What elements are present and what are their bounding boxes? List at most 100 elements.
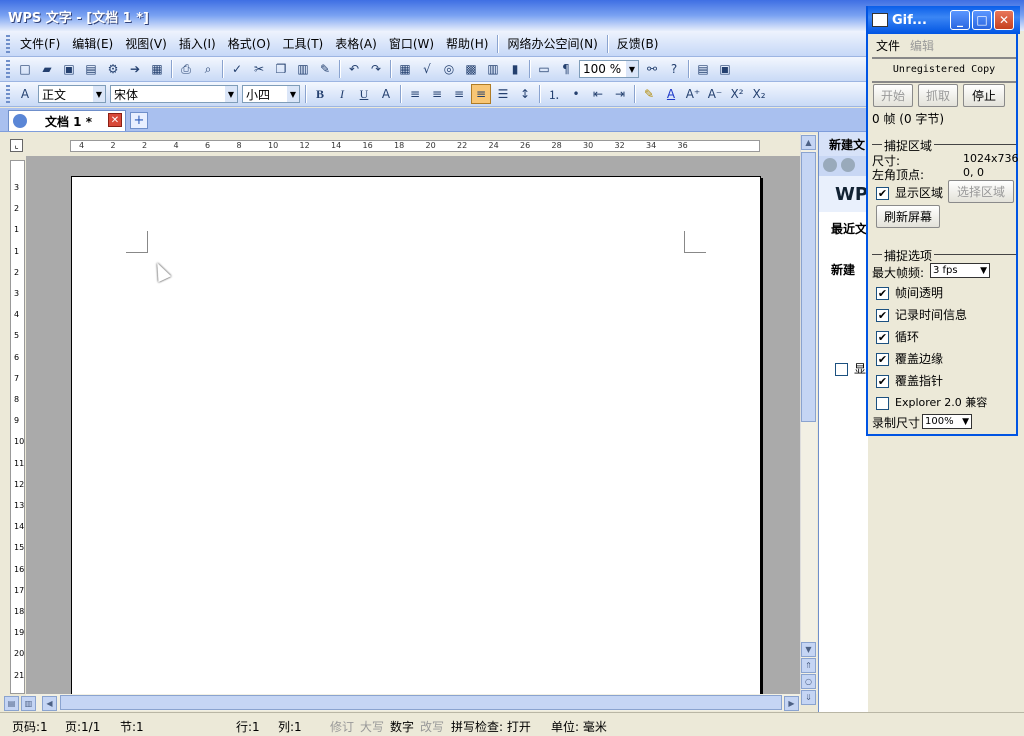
justify-icon[interactable]: ≡ [471,84,491,104]
decrease-indent-icon[interactable]: ⇤ [588,84,608,104]
menu-tools[interactable]: 工具(T) [277,35,330,52]
capture-button[interactable]: 抓取 [918,84,958,107]
columns-icon[interactable]: ▥ [483,59,503,79]
save-all-icon[interactable]: ▤ [81,59,101,79]
format-painter-icon[interactable]: ✎ [315,59,335,79]
refresh-screen-button[interactable]: 刷新屏幕 [876,205,940,228]
layout-icon[interactable]: ▣ [715,59,735,79]
style-select[interactable]: 正文 ▼ [38,85,106,103]
menu-edit[interactable]: 编辑(E) [66,35,119,52]
status-unit[interactable]: 单位: 毫米 [551,718,607,735]
insert-table-icon[interactable]: ▦ [395,59,415,79]
option-row[interactable]: ✔ 覆盖指针 [876,372,943,389]
scroll-down-icon[interactable]: ▼ [801,642,816,657]
chart-icon[interactable]: ▮ [505,59,525,79]
menu-table[interactable]: 表格(A) [329,35,383,52]
paste-icon[interactable]: ▥ [293,59,313,79]
menu-view[interactable]: 视图(V) [119,35,173,52]
record-time-checkbox[interactable]: ✔ [876,309,889,322]
status-overwrite[interactable]: 改写 [420,718,444,735]
font-size-select[interactable]: 小四 ▼ [242,85,300,103]
document-page[interactable] [71,176,761,694]
option-row[interactable]: Explorer 2.0 兼容 [876,394,987,410]
horizontal-ruler[interactable]: 4 2 2 4 6 8 10 12 14 16 18 20 22 24 26 28 30 32 34 36 [70,140,760,152]
redo-icon[interactable]: ↷ [366,59,386,79]
menu-format[interactable]: 格式(O) [222,35,277,52]
align-right-icon[interactable]: ≡ [449,84,469,104]
line-spacing-icon[interactable]: ↕ [515,84,535,104]
help-icon[interactable]: ? [664,59,684,79]
close-tab-icon[interactable]: ✕ [108,113,122,127]
align-left-icon[interactable]: ≡ [405,84,425,104]
menu-window[interactable]: 窗口(W) [383,35,440,52]
next-page-icon[interactable]: ⇓ [801,690,816,705]
normal-view-icon[interactable]: ▤ [4,696,19,711]
task-pane-icon[interactable]: ▤ [693,59,713,79]
new-document-icon[interactable]: □ [15,59,35,79]
status-caps[interactable]: 大写 [360,718,384,735]
menu-online-office[interactable]: 网络办公空间(N) [501,35,603,52]
back-icon[interactable] [823,158,837,172]
minimize-icon[interactable]: _ [950,10,970,30]
option-row[interactable]: ✔ 循环 [876,328,919,345]
export-pdf-icon[interactable]: ▦ [147,59,167,79]
menu-file[interactable]: 文件(F) [14,35,66,52]
font-color-icon[interactable]: A [661,84,681,104]
spellcheck-icon[interactable]: ✓ [227,59,247,79]
table-grid-icon[interactable]: ▩ [461,59,481,79]
toolbar-grip[interactable] [6,85,10,103]
underline-button[interactable]: U [354,84,374,104]
menu-feedback[interactable]: 反馈(B) [611,35,665,52]
superscript-icon[interactable]: X² [727,84,747,104]
toolbar-grip[interactable] [6,34,10,53]
vertical-scrollbar[interactable]: ▲ ▼ ⇑ ○ ⇓ [800,134,817,705]
scroll-right-icon[interactable]: ▶ [784,696,799,711]
email-icon[interactable]: ➔ [125,59,145,79]
cover-edge-checkbox[interactable]: ✔ [876,353,889,366]
show-checkbox[interactable] [835,363,848,376]
option-row[interactable]: ✔ 记录时间信息 [876,306,967,323]
open-folder-icon[interactable]: ▰ [37,59,57,79]
option-row[interactable]: ✔ 帧间透明 [876,284,943,301]
cover-pointer-checkbox[interactable]: ✔ [876,375,889,388]
cut-icon[interactable]: ✂ [249,59,269,79]
new-tab-icon[interactable]: + [130,112,148,129]
vertical-ruler[interactable]: 3 2 1 1 2 3 4 5 6 7 8 9 10 11 12 13 14 15 16 17 18 19 20 21 [10,160,25,694]
status-num[interactable]: 数字 [390,718,414,735]
bullets-icon[interactable]: • [566,84,586,104]
gif-title-bar[interactable]: Gif... _ □ ✕ [868,6,1020,34]
styles-icon[interactable]: A [15,84,35,104]
print-icon[interactable]: ⎙ [176,59,196,79]
formula-icon[interactable]: √ [417,59,437,79]
option-row[interactable]: ✔ 覆盖边缘 [876,350,943,367]
permission-icon[interactable]: ⚙ [103,59,123,79]
grow-font-icon[interactable]: A⁺ [683,84,703,104]
align-center-icon[interactable]: ≡ [427,84,447,104]
start-button[interactable]: 开始 [873,84,913,107]
highlight-icon[interactable]: ✎ [639,84,659,104]
hyperlink-icon[interactable]: ◎ [439,59,459,79]
scroll-up-icon[interactable]: ▲ [801,135,816,150]
horizontal-scrollbar[interactable]: ▤ ▥ ◀ ▶ [4,694,800,711]
show-region-row[interactable]: ✔ 显示区域 [876,184,943,201]
distribute-icon[interactable]: ☰ [493,84,513,104]
bold-button[interactable]: B [310,84,330,104]
prev-page-icon[interactable]: ⇑ [801,658,816,673]
record-size-select[interactable]: 100% ▼ [922,414,972,429]
font-select[interactable]: 宋体 ▼ [110,85,238,103]
status-revise[interactable]: 修订 [330,718,354,735]
menu-help[interactable]: 帮助(H) [440,35,494,52]
increase-indent-icon[interactable]: ⇥ [610,84,630,104]
status-spellcheck[interactable]: 拼写检查: 打开 [451,718,531,735]
undo-icon[interactable]: ↶ [344,59,364,79]
copy-icon[interactable]: ❐ [271,59,291,79]
text-effect-icon[interactable]: A [376,84,396,104]
save-icon[interactable]: ▣ [59,59,79,79]
paragraph-mark-icon[interactable]: ¶ [556,59,576,79]
page-view-icon[interactable]: ▥ [21,696,36,711]
gif-menu-edit[interactable]: 编辑 [910,37,934,54]
explorer-compat-checkbox[interactable] [876,396,889,410]
menu-insert[interactable]: 插入(I) [173,35,222,52]
scroll-thumb[interactable] [60,695,782,710]
loop-checkbox[interactable]: ✔ [876,331,889,344]
